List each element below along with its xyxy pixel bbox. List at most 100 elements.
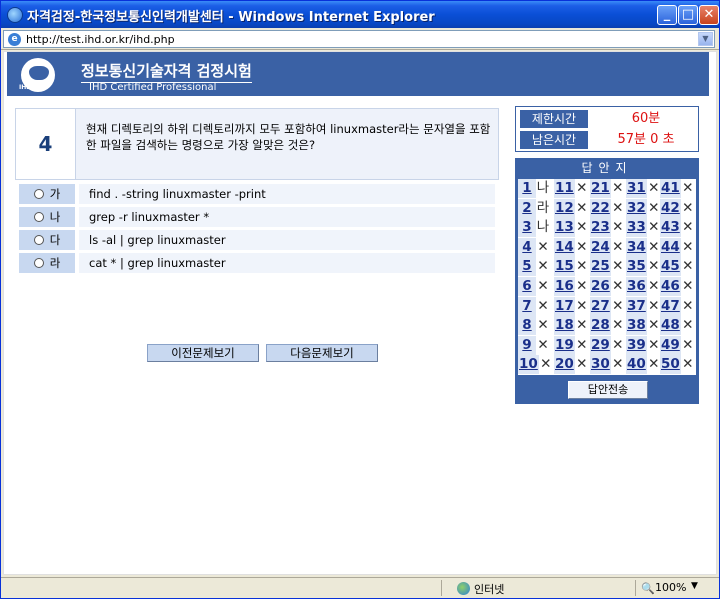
question-link[interactable]: 23 bbox=[590, 218, 611, 238]
answer-mark: ✕ bbox=[537, 297, 549, 314]
question-link[interactable]: 31 bbox=[626, 179, 647, 198]
close-button[interactable]: ✕ bbox=[699, 5, 719, 25]
option-2[interactable]: 나 grep -r linuxmaster * bbox=[19, 207, 495, 227]
security-zone[interactable]: 인터넷 bbox=[474, 581, 504, 597]
question-link[interactable]: 50 bbox=[660, 355, 681, 375]
answer-mark: ✕ bbox=[576, 238, 588, 255]
option-label[interactable]: 다 bbox=[19, 230, 75, 250]
submit-answers-button[interactable]: 답안전송 bbox=[568, 381, 648, 399]
radio-button[interactable] bbox=[33, 258, 44, 268]
zoom-icon[interactable]: 🔍 bbox=[641, 582, 655, 595]
question-text: 현재 디렉토리의 하위 디렉토리까지 모두 포함하여 linuxmaster라는… bbox=[86, 122, 491, 152]
question-link[interactable]: 10 bbox=[518, 355, 539, 375]
option-4[interactable]: 라 cat * | grep linuxmaster bbox=[19, 253, 495, 273]
status-divider bbox=[441, 580, 442, 596]
question-link[interactable]: 28 bbox=[590, 316, 611, 336]
question-link[interactable]: 15 bbox=[554, 257, 575, 277]
question-link[interactable]: 38 bbox=[626, 316, 647, 336]
address-field[interactable]: e http://test.ihd.or.kr/ihd.php ▼ bbox=[3, 30, 715, 48]
address-url[interactable]: http://test.ihd.or.kr/ihd.php bbox=[26, 33, 175, 46]
answer-sheet-title: 답안지 bbox=[581, 161, 633, 175]
answer-grid: 1 나 2 라 3 나 4 ✕ 5 ✕ 6 ✕ 7 ✕ 8 ✕ 9 ✕ 10 ✕ 11 ✕ 12 ✕ 13 ✕ 14 ✕ 15 ✕ 16 ✕ 1… bbox=[518, 179, 696, 375]
question-link[interactable]: 40 bbox=[626, 355, 647, 375]
question-link[interactable]: 9 bbox=[518, 335, 536, 355]
maximize-button[interactable]: □ bbox=[678, 5, 698, 25]
exam-frame: IHD-CP 정보통신기술자격 검정시험 IHD Certified Profe… bbox=[7, 52, 709, 534]
radio-button[interactable] bbox=[33, 189, 44, 199]
radio-button[interactable] bbox=[33, 212, 44, 222]
option-label[interactable]: 라 bbox=[19, 253, 75, 273]
question-link[interactable]: 29 bbox=[590, 335, 611, 355]
question-link[interactable]: 48 bbox=[660, 316, 681, 336]
option-1[interactable]: 가 find . -string linuxmaster -print bbox=[19, 184, 495, 204]
question-link[interactable]: 2 bbox=[518, 198, 536, 218]
question-link[interactable]: 39 bbox=[626, 335, 647, 355]
question-link[interactable]: 27 bbox=[590, 296, 611, 316]
option-label[interactable]: 가 bbox=[19, 184, 75, 204]
question-link[interactable]: 3 bbox=[518, 218, 536, 238]
prev-question-button[interactable]: 이전문제보기 bbox=[147, 344, 259, 362]
question-link[interactable]: 25 bbox=[590, 257, 611, 277]
answer-mark: ✕ bbox=[682, 336, 694, 353]
question-link[interactable]: 18 bbox=[554, 316, 575, 336]
zoom-dropdown-icon[interactable]: ▼ bbox=[691, 581, 698, 591]
answer-cell: 34 ✕ bbox=[626, 237, 661, 257]
question-link[interactable]: 34 bbox=[626, 237, 647, 257]
question-link[interactable]: 1 bbox=[518, 179, 536, 198]
time-limit-value: 60분 bbox=[631, 111, 661, 126]
question-link[interactable]: 47 bbox=[660, 296, 681, 316]
question-link[interactable]: 17 bbox=[554, 296, 575, 316]
zoom-level[interactable]: 100% bbox=[655, 581, 686, 594]
answer-mark: ✕ bbox=[612, 336, 624, 353]
question-link[interactable]: 30 bbox=[590, 355, 611, 375]
question-link[interactable]: 7 bbox=[518, 296, 536, 316]
question-link[interactable]: 44 bbox=[660, 237, 681, 257]
answer-mark: ✕ bbox=[682, 180, 694, 196]
question-link[interactable]: 26 bbox=[590, 277, 611, 296]
address-dropdown-icon[interactable]: ▼ bbox=[698, 32, 713, 46]
question-link[interactable]: 20 bbox=[554, 355, 575, 375]
exam-header: IHD-CP 정보통신기술자격 검정시험 IHD Certified Profe… bbox=[7, 52, 709, 96]
question-link[interactable]: 41 bbox=[660, 179, 681, 198]
question-link[interactable]: 13 bbox=[554, 218, 575, 238]
question-link[interactable]: 14 bbox=[554, 237, 575, 257]
answer-mark: ✕ bbox=[576, 356, 588, 373]
next-question-button[interactable]: 다음문제보기 bbox=[266, 344, 378, 362]
question-link[interactable]: 43 bbox=[660, 218, 681, 238]
question-link[interactable]: 4 bbox=[518, 237, 536, 257]
answer-cell: 31 ✕ bbox=[626, 179, 661, 198]
answer-mark: ✕ bbox=[648, 278, 660, 294]
option-3[interactable]: 다 ls -al | grep linuxmaster bbox=[19, 230, 495, 250]
question-link[interactable]: 42 bbox=[660, 198, 681, 218]
question-link[interactable]: 5 bbox=[518, 257, 536, 277]
question-link[interactable]: 45 bbox=[660, 257, 681, 277]
question-link[interactable]: 46 bbox=[660, 277, 681, 296]
answer-mark: ✕ bbox=[682, 219, 694, 236]
question-link[interactable]: 22 bbox=[590, 198, 611, 218]
question-link[interactable]: 8 bbox=[518, 316, 536, 336]
answer-cell: 11 ✕ bbox=[554, 179, 589, 198]
title-bar[interactable]: 자격검정-한국정보통신인력개발센터 - Windows Internet Exp… bbox=[1, 1, 719, 28]
question-link[interactable]: 19 bbox=[554, 335, 575, 355]
question-link[interactable]: 37 bbox=[626, 296, 647, 316]
question-link[interactable]: 24 bbox=[590, 237, 611, 257]
question-link[interactable]: 21 bbox=[590, 179, 611, 198]
question-link[interactable]: 35 bbox=[626, 257, 647, 277]
answer-cell: 12 ✕ bbox=[554, 198, 589, 218]
option-label[interactable]: 나 bbox=[19, 207, 75, 227]
question-link[interactable]: 33 bbox=[626, 218, 647, 238]
question-link[interactable]: 32 bbox=[626, 198, 647, 218]
answer-mark: ✕ bbox=[612, 219, 624, 236]
question-link[interactable]: 11 bbox=[554, 179, 575, 198]
ie-icon bbox=[7, 7, 23, 23]
question-link[interactable]: 16 bbox=[554, 277, 575, 296]
answer-cell: 17 ✕ bbox=[554, 296, 589, 316]
question-link[interactable]: 12 bbox=[554, 198, 575, 218]
logo-swoosh bbox=[29, 66, 49, 80]
radio-button[interactable] bbox=[33, 235, 44, 245]
minimize-button[interactable]: _ bbox=[657, 5, 677, 25]
answer-cell: 40 ✕ bbox=[626, 355, 661, 375]
question-link[interactable]: 6 bbox=[518, 277, 536, 296]
question-link[interactable]: 36 bbox=[626, 277, 647, 296]
question-link[interactable]: 49 bbox=[660, 335, 681, 355]
